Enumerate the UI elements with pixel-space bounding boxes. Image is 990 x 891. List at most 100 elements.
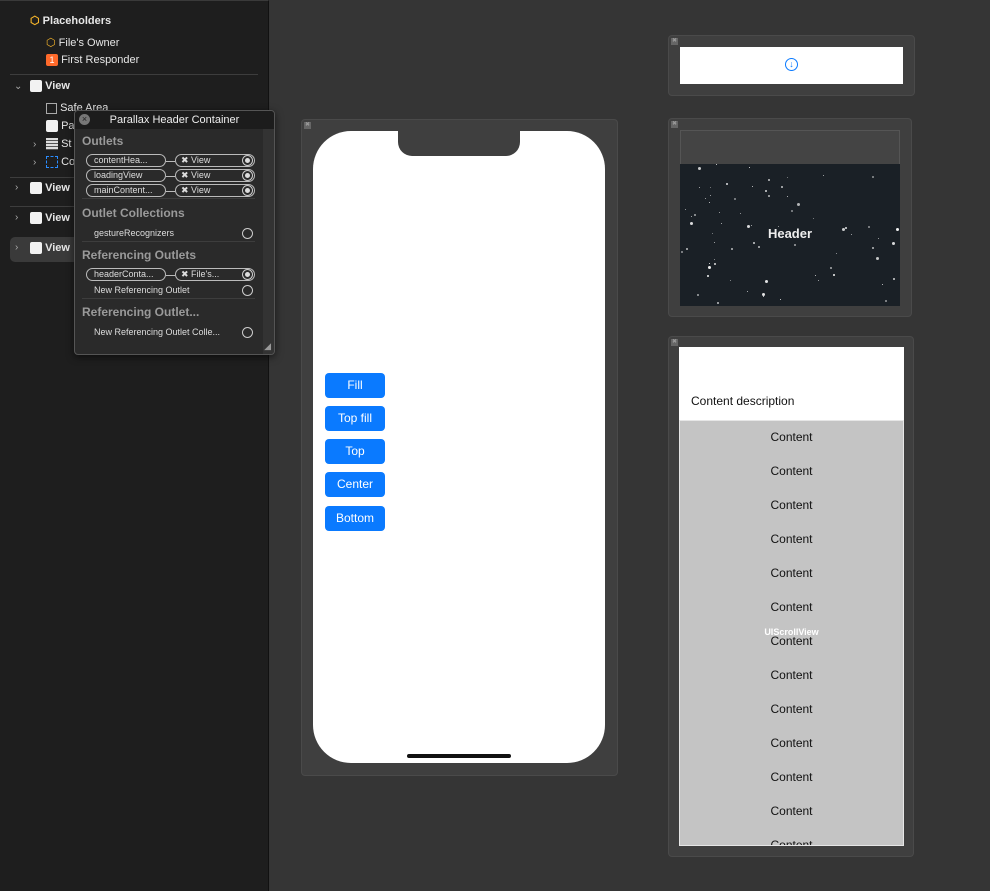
connections-popup: Parallax Header Container × Outlets cont… [74, 110, 275, 355]
star [895, 227, 899, 231]
stack-view-icon [46, 138, 58, 151]
star [685, 209, 687, 211]
connection-circle[interactable] [242, 285, 253, 296]
star [697, 293, 700, 296]
outline-files-owner[interactable]: ⬡ File's Owner [46, 36, 119, 49]
resize-handle-icon[interactable]: ◢ [264, 341, 271, 352]
view-icon [30, 182, 42, 195]
connection-circle[interactable] [242, 185, 253, 196]
star [709, 187, 711, 189]
view-icon [30, 80, 42, 93]
popup-title: Parallax Header Container [75, 111, 274, 129]
chevron-right-icon[interactable]: › [15, 212, 18, 223]
mode-button[interactable]: Top fill [325, 406, 385, 431]
star [884, 299, 887, 302]
star [697, 166, 701, 170]
star [731, 248, 734, 251]
connection-circle[interactable] [242, 228, 253, 239]
scroll-view[interactable]: UIScrollView Content Content Content Conten… [679, 420, 904, 846]
outline-parallax-header[interactable]: Pa [46, 120, 75, 133]
outline-container-view[interactable]: Co [46, 156, 75, 169]
connection-circle[interactable] [242, 327, 253, 338]
header-top-area [680, 130, 900, 165]
mode-button[interactable]: Bottom [325, 506, 385, 531]
outlet-name[interactable]: loadingView [86, 169, 166, 182]
content-header: Content description [679, 347, 904, 420]
connection-circle[interactable] [242, 269, 253, 280]
star [705, 198, 707, 200]
star [836, 253, 838, 255]
outlet-name[interactable]: mainContent... [86, 184, 166, 197]
star [718, 212, 720, 214]
outline-view-3[interactable]: View [30, 212, 70, 225]
star [708, 201, 710, 203]
star [714, 242, 716, 244]
star [752, 185, 754, 187]
star [871, 246, 874, 249]
chevron-right-icon[interactable]: › [15, 242, 18, 253]
divider [10, 74, 258, 75]
star [841, 227, 845, 231]
first-responder-icon: 1 [46, 54, 58, 66]
outline-placeholders[interactable]: ⬡ Placeholders [30, 14, 111, 27]
scene-close-icon[interactable]: ✖ [671, 339, 678, 346]
chevron-down-icon[interactable]: ⌄ [14, 81, 22, 92]
outline-view[interactable]: View [30, 80, 70, 93]
content-scene[interactable]: ✖ Content description UIScrollView Conte… [668, 336, 914, 857]
mode-button[interactable]: Top [325, 439, 385, 464]
content-label: Content [770, 838, 813, 846]
star [768, 195, 771, 198]
connection-circle[interactable] [242, 155, 253, 166]
star [753, 241, 756, 244]
cube-icon: ⬡ [30, 15, 40, 27]
star [746, 291, 748, 293]
scene-close-icon[interactable]: ✖ [671, 38, 678, 45]
connection-line [166, 275, 175, 276]
star [764, 189, 767, 192]
chevron-right-icon[interactable]: › [15, 182, 18, 193]
scrollbar[interactable] [263, 129, 274, 354]
outline-first-responder[interactable]: 1 First Responder [46, 54, 139, 66]
star [765, 279, 769, 283]
close-icon[interactable]: × [79, 114, 90, 125]
container-view-icon [46, 156, 58, 169]
star [730, 280, 732, 282]
star [875, 256, 879, 260]
mode-button[interactable]: Fill [325, 373, 385, 398]
star [708, 263, 710, 265]
view-icon [46, 120, 58, 133]
star [791, 210, 794, 213]
star [813, 217, 815, 219]
connection-line [166, 191, 175, 192]
loading-view: ↓ [680, 47, 903, 84]
outlet-name[interactable]: contentHea... [86, 154, 166, 167]
header-scene[interactable]: ✖ Header [668, 118, 912, 317]
star [686, 248, 689, 251]
mode-button[interactable]: Center [325, 472, 385, 497]
star [721, 222, 723, 224]
connection-line [166, 176, 175, 177]
star [717, 301, 720, 304]
chevron-right-icon[interactable]: › [33, 139, 36, 150]
content-description: Content description [691, 394, 795, 408]
star [779, 299, 781, 301]
star [698, 186, 700, 188]
star [693, 213, 696, 216]
new-referencing-outlet: New Referencing Outlet [94, 285, 190, 295]
referencing-outlet-name[interactable]: headerConta... [86, 268, 166, 281]
outline-view-2[interactable]: View [30, 182, 70, 195]
outline-stack-view[interactable]: St [46, 138, 71, 151]
loading-view-scene[interactable]: ✖ ↓ [668, 35, 915, 96]
chevron-right-icon[interactable]: › [33, 157, 36, 168]
scene-close-icon[interactable]: ✖ [304, 122, 311, 129]
star [877, 237, 879, 239]
outline-view-4[interactable]: View [30, 242, 70, 255]
connection-circle[interactable] [242, 170, 253, 181]
star [746, 224, 750, 228]
scene-close-icon[interactable]: ✖ [671, 121, 678, 128]
star [823, 174, 825, 176]
phone-notch [398, 131, 520, 156]
star [734, 198, 737, 201]
view-icon [30, 242, 42, 255]
target-label: View [191, 185, 211, 195]
